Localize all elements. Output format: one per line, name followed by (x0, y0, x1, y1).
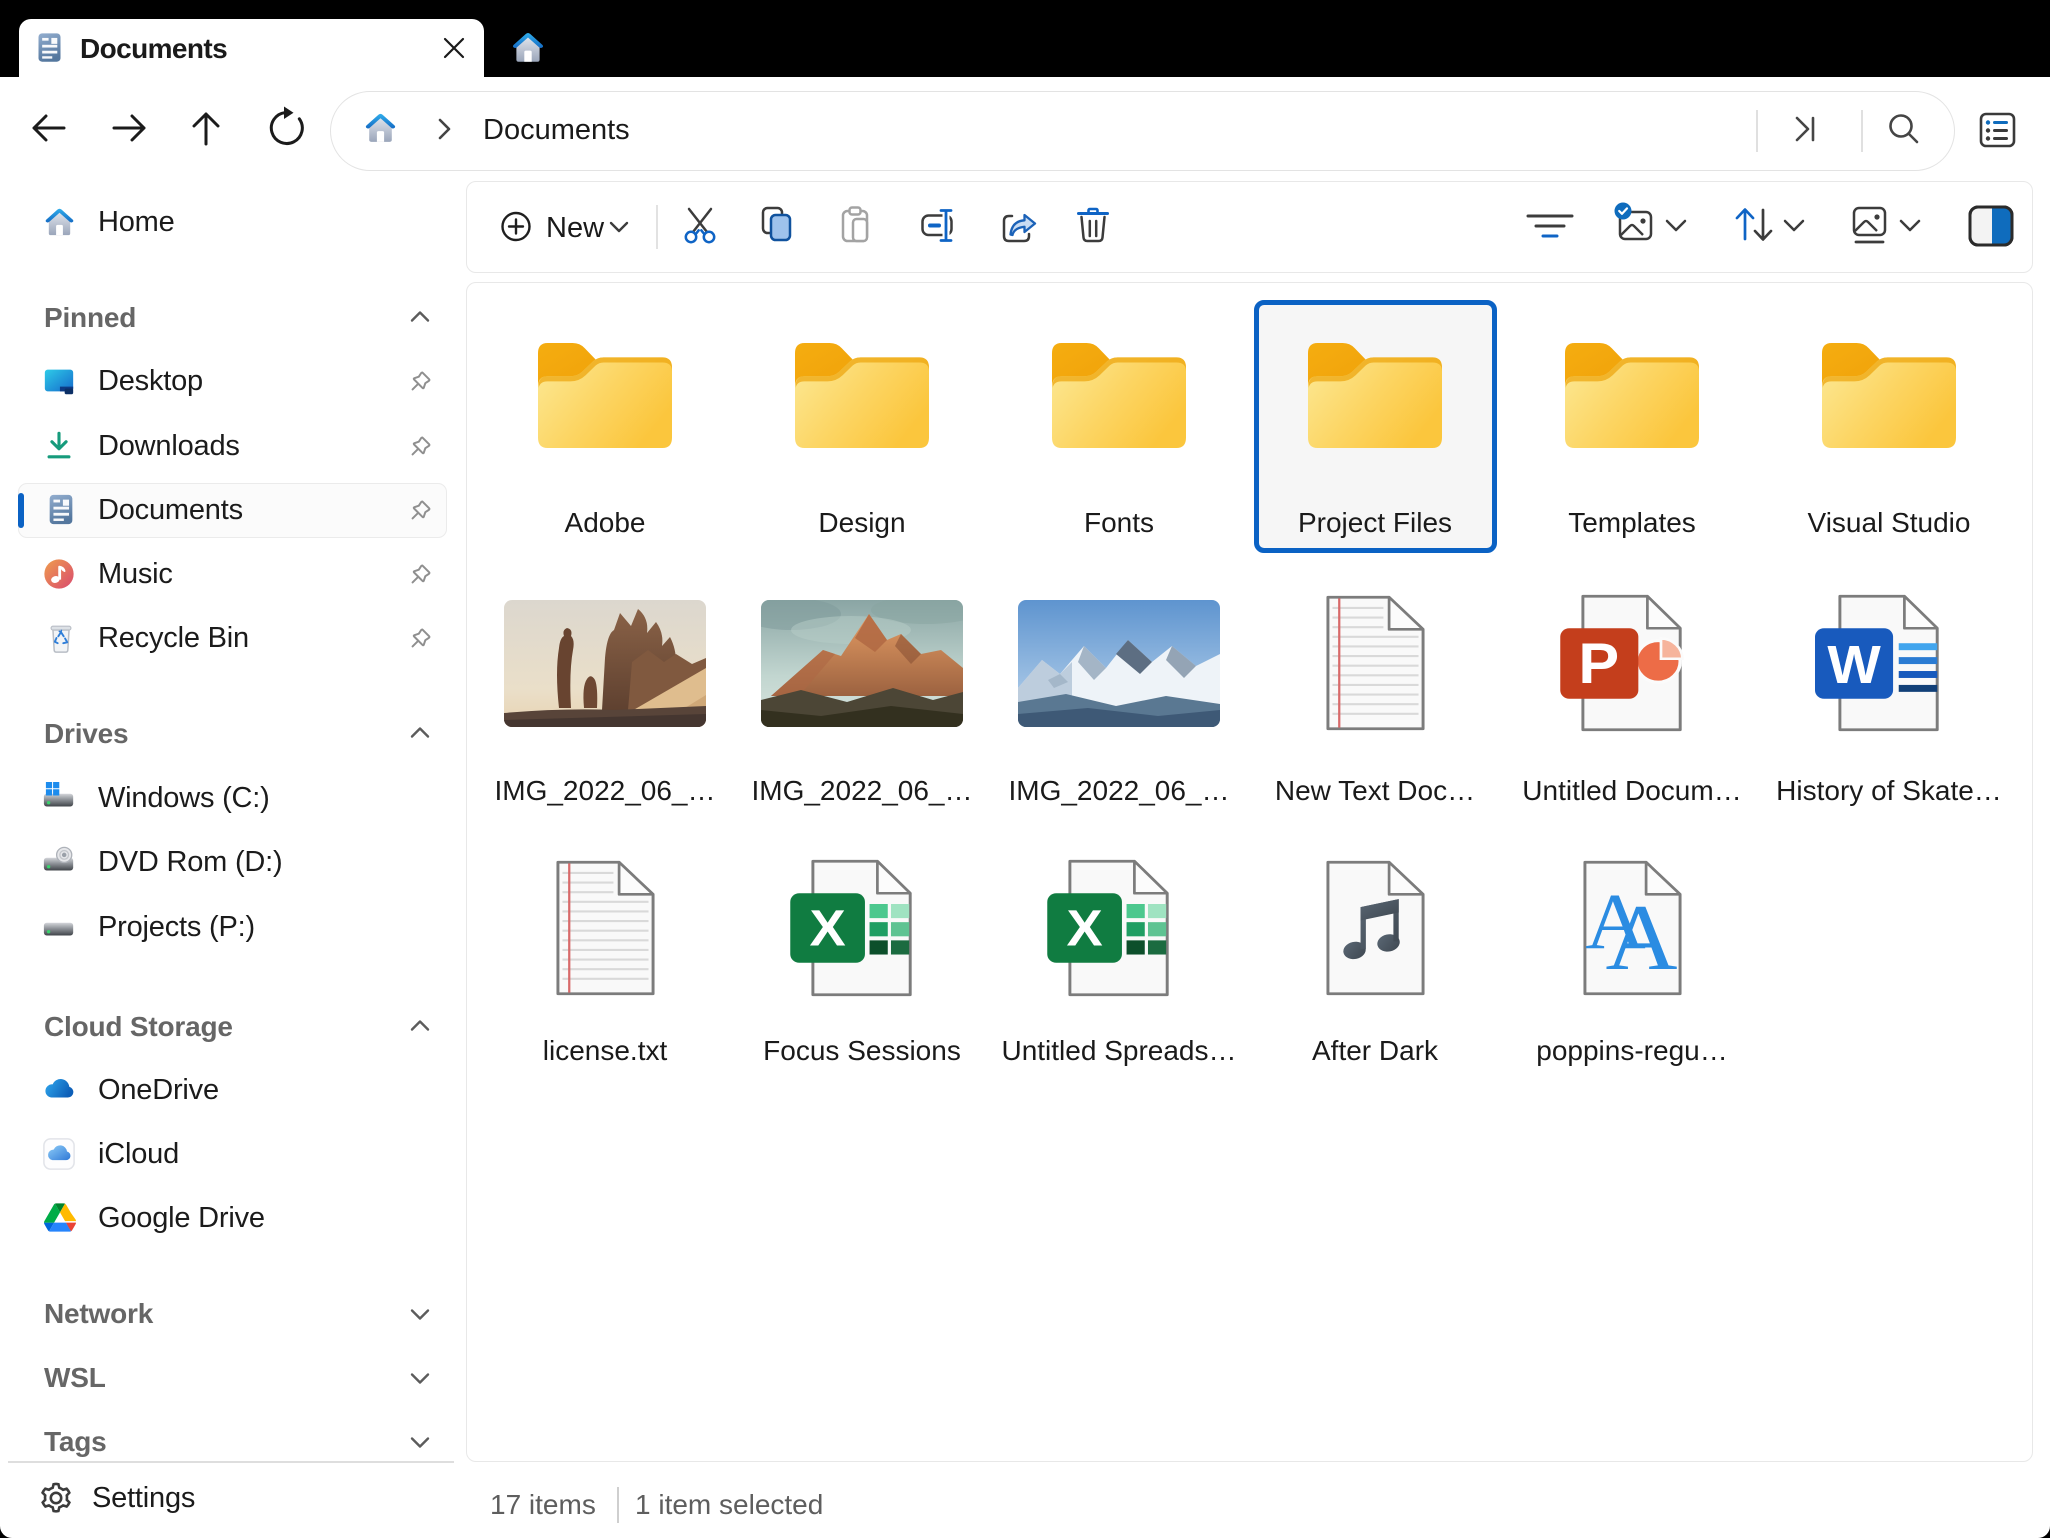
svg-text:W: W (1827, 634, 1880, 694)
svg-text:P: P (1578, 630, 1619, 695)
svg-text:X: X (809, 900, 845, 957)
svg-text:X: X (1066, 900, 1102, 957)
svg-text:A: A (1606, 886, 1678, 990)
